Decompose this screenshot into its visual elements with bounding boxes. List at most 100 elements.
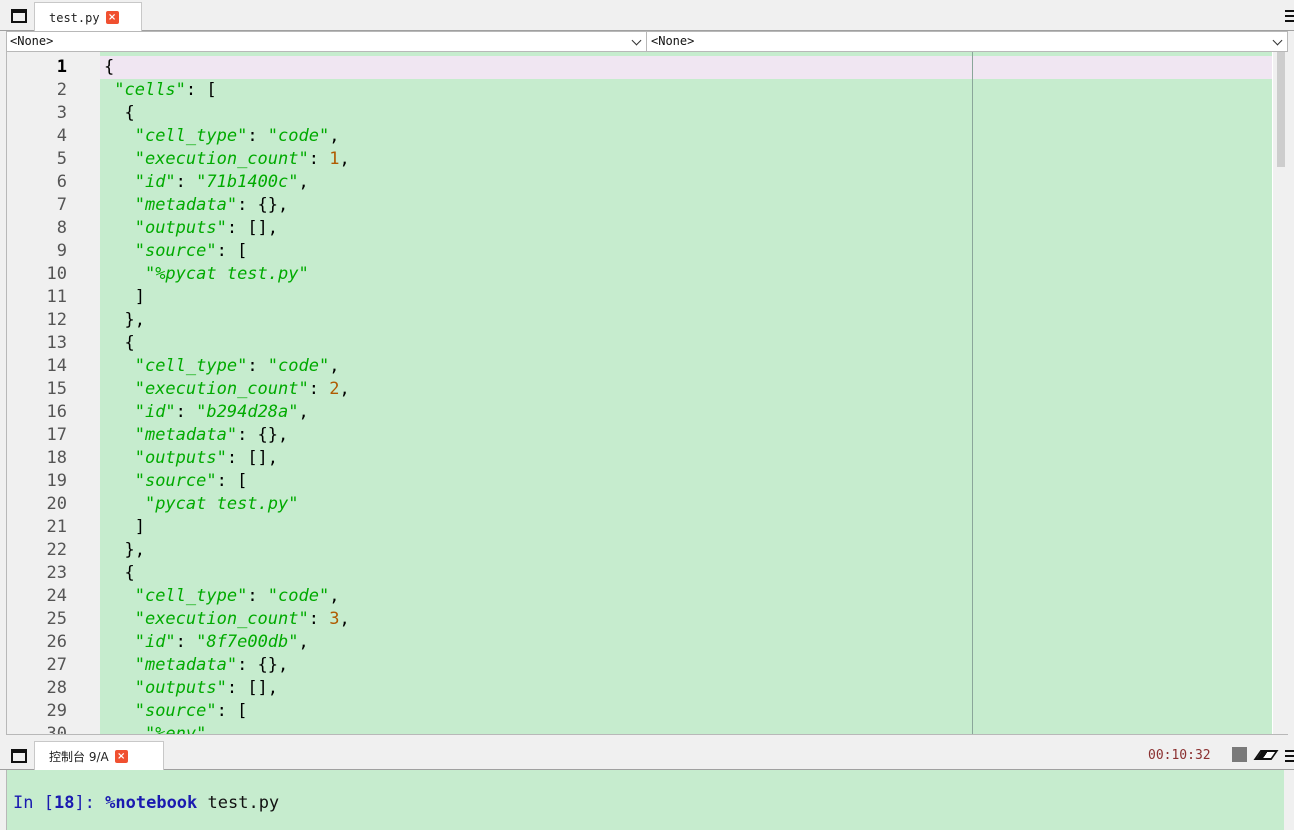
- code-line: "pycat test.py": [104, 493, 299, 516]
- editor-tab-bar: test.py ×: [0, 0, 1294, 32]
- pane-icon[interactable]: [11, 749, 27, 763]
- code-line: ]: [104, 516, 145, 539]
- string-token: "id": [134, 632, 176, 652]
- punctuation-token: :: [175, 402, 197, 422]
- code-editor[interactable]: 1{2 "cells": [3 {4 "cell_type": "code", 5…: [6, 52, 1288, 735]
- string-token: "cells": [114, 80, 186, 100]
- punctuation-token: ,: [339, 149, 350, 169]
- symbol-selector-row: <None> <None>: [6, 31, 1288, 52]
- code-line: "outputs": [],: [104, 677, 278, 700]
- line-number: 1: [56, 57, 67, 77]
- string-token: "metadata": [134, 195, 238, 215]
- vertical-scrollbar[interactable]: [1273, 52, 1288, 734]
- punctuation-token: [104, 448, 135, 468]
- line-number: 18: [46, 448, 67, 468]
- punctuation-token: :: [247, 126, 268, 146]
- punctuation-token: :: [175, 632, 197, 652]
- punctuation-token: : [: [216, 241, 248, 261]
- close-icon[interactable]: ×: [105, 11, 119, 24]
- string-token: "cell_type": [134, 356, 248, 376]
- line-number: 6: [56, 172, 67, 192]
- menu-icon[interactable]: [1285, 750, 1294, 762]
- code-line: "cell_type": "code",: [104, 355, 340, 378]
- string-token: "id": [134, 172, 176, 192]
- code-line: "cells": [: [104, 79, 216, 102]
- number-token: 3: [329, 609, 340, 629]
- prompt-number: 18: [53, 793, 75, 813]
- console-scrollbar[interactable]: [1284, 770, 1294, 830]
- code-line: {: [104, 56, 114, 79]
- punctuation-token: [104, 632, 135, 652]
- punctuation-token: :: [308, 609, 330, 629]
- line-number: 29: [46, 701, 67, 721]
- punctuation-token: [104, 149, 135, 169]
- tab-test-py[interactable]: test.py ×: [34, 2, 142, 32]
- punctuation-token: : [: [216, 701, 248, 721]
- punctuation-token: ,: [339, 379, 350, 399]
- code-line: "cell_type": "code",: [104, 585, 340, 608]
- menu-icon[interactable]: [1285, 10, 1294, 22]
- line-number: 5: [56, 149, 67, 169]
- string-token: "b294d28a": [196, 402, 299, 422]
- punctuation-token: ,: [329, 586, 340, 606]
- punctuation-token: ]: [104, 287, 145, 307]
- scrollbar-thumb[interactable]: [1277, 52, 1285, 167]
- line-number: 17: [46, 425, 67, 445]
- line-number: 13: [46, 333, 67, 353]
- code-line: },: [104, 309, 144, 332]
- line-number: 21: [46, 517, 67, 537]
- punctuation-token: [104, 494, 145, 514]
- punctuation-token: :: [308, 149, 330, 169]
- punctuation-token: {: [104, 333, 135, 353]
- string-token: "outputs": [134, 678, 227, 698]
- punctuation-token: ,: [298, 172, 309, 192]
- console-tab-bar: 控制台 9/A ×: [0, 740, 1294, 771]
- punctuation-token: {: [104, 563, 135, 583]
- punctuation-token: [104, 356, 135, 376]
- punctuation-token: [104, 264, 145, 284]
- tab-console[interactable]: 控制台 9/A ×: [34, 741, 164, 771]
- code-line: "%env": [104, 723, 206, 734]
- punctuation-token: [104, 126, 135, 146]
- code-line: "source": [: [104, 700, 248, 723]
- punctuation-token: [104, 172, 135, 192]
- line-number: 12: [46, 310, 67, 330]
- code-line: "source": [: [104, 470, 248, 493]
- punctuation-token: [104, 701, 135, 721]
- string-token: "execution_count": [134, 609, 309, 629]
- stop-icon[interactable]: [1232, 747, 1247, 762]
- code-line: ]: [104, 286, 145, 309]
- current-line-highlight: [100, 56, 1272, 79]
- punctuation-token: [104, 655, 135, 675]
- string-token: "8f7e00db": [196, 632, 299, 652]
- code-line: "execution_count": 1,: [104, 148, 350, 171]
- punctuation-token: ,: [298, 632, 309, 652]
- line-number: 20: [46, 494, 67, 514]
- punctuation-token: [104, 241, 135, 261]
- code-line: "source": [: [104, 240, 248, 263]
- code-line: "outputs": [],: [104, 217, 278, 240]
- line-number: 19: [46, 471, 67, 491]
- pane-icon[interactable]: [11, 9, 27, 23]
- line-number: 2: [56, 80, 67, 100]
- close-icon[interactable]: ×: [114, 750, 128, 763]
- ipython-console[interactable]: In [18]: %notebook test.py: [6, 770, 1284, 830]
- string-token: "source": [134, 701, 217, 721]
- punctuation-token: ,: [339, 609, 350, 629]
- elapsed-time: 00:10:32: [1148, 748, 1211, 763]
- string-token: "execution_count": [134, 149, 309, 169]
- string-token: "source": [134, 471, 217, 491]
- punctuation-token: : [],: [226, 678, 279, 698]
- method-selector[interactable]: <None>: [648, 32, 1287, 51]
- line-number: 28: [46, 678, 67, 698]
- line-number: 10: [46, 264, 67, 284]
- code-line: "id": "71b1400c",: [104, 171, 309, 194]
- line-number: 16: [46, 402, 67, 422]
- chevron-down-icon: [631, 35, 642, 46]
- class-selector[interactable]: <None>: [7, 32, 647, 51]
- class-selector-value: <None>: [10, 34, 54, 48]
- punctuation-token: : [: [216, 471, 248, 491]
- punctuation-token: {: [104, 57, 115, 77]
- line-number: 23: [46, 563, 67, 583]
- punctuation-token: :: [247, 356, 268, 376]
